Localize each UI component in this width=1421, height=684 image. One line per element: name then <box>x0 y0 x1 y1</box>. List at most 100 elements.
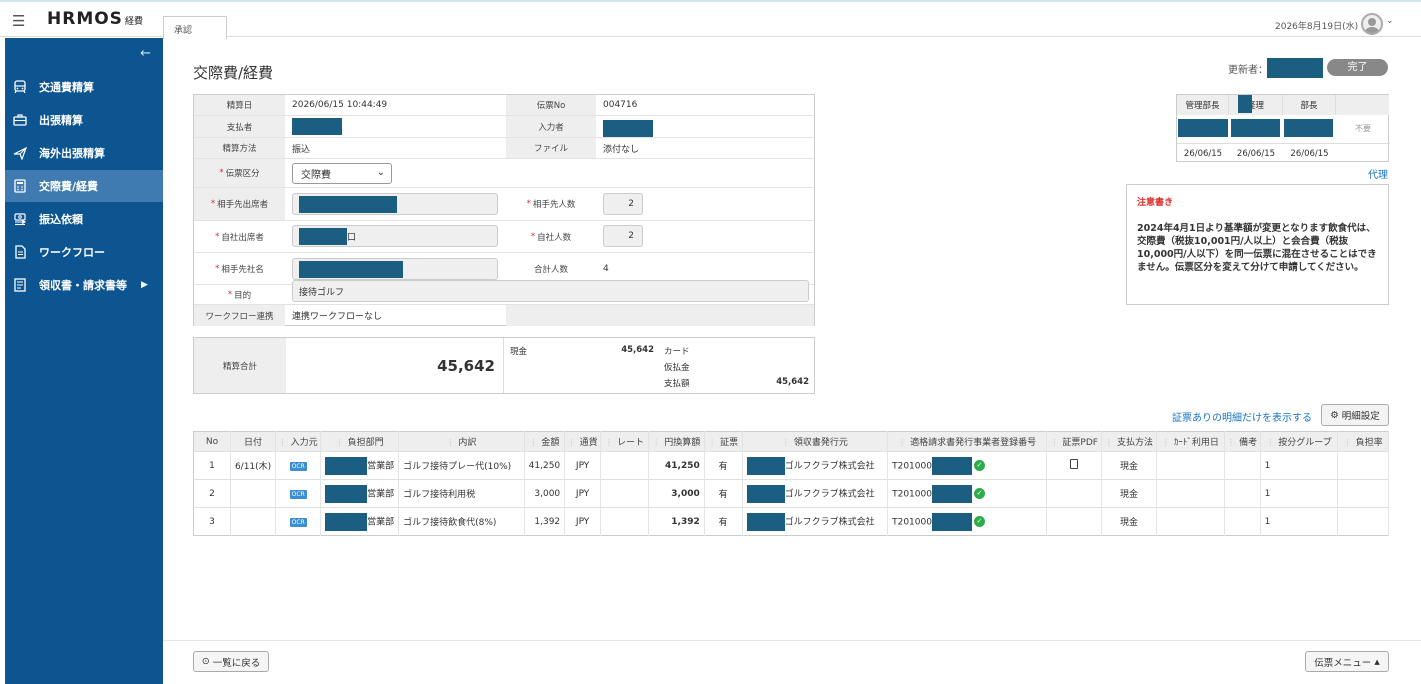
sidebar-item-label: 振込依頼 <box>39 213 83 226</box>
cell-pdf <box>1046 479 1103 508</box>
cell-note <box>1224 479 1261 508</box>
col-header[interactable]: ⋮ 入力元 <box>275 431 322 452</box>
approval-date: 26/06/15 <box>1290 149 1329 159</box>
cell-group: 1 <box>1260 507 1339 536</box>
col-header[interactable]: ⋮ 通貨 <box>564 431 602 452</box>
notice-box: 注意書き 2024年4月1日より基準額が変更となります飲食代は、交際費（税抜10… <box>1126 184 1389 305</box>
notice-body: 2024年4月1日より基準額が変更となります飲食代は、交際費（税抜10,001円… <box>1137 223 1377 273</box>
slip-no-label: 伝票No <box>506 95 596 115</box>
updater-label: 更新者： <box>1228 65 1268 76</box>
table-row[interactable]: 3 OCR 営業部 ゴルフ接待飲食代(8%) 1,392 JPY 1,392 有… <box>193 507 1389 536</box>
sidebar-item-business-trip[interactable]: 出張精算 <box>5 104 163 136</box>
ocr-badge: OCR <box>275 507 322 536</box>
chevron-down-icon[interactable]: ⌄ <box>1386 16 1394 26</box>
partner-count-field[interactable]: 2 <box>603 193 643 215</box>
cell-no: 2 <box>193 479 231 508</box>
partner-company-field[interactable] <box>292 258 498 280</box>
ocr-badge: OCR <box>275 451 322 480</box>
col-header[interactable]: ⋮ 備考 <box>1224 431 1261 452</box>
cell-date <box>230 507 277 536</box>
sidebar-item-label: 領収書・請求書等 <box>39 279 127 292</box>
cell-amount: 41,250 <box>524 451 566 480</box>
cell-dept: 営業部 <box>320 451 400 480</box>
cell-receipt: 有 <box>704 451 743 480</box>
cell-receipt: 有 <box>704 507 743 536</box>
cell-registration: T201000 ✓ <box>887 479 1048 508</box>
col-header[interactable]: ⋮ 内訳 <box>398 431 525 452</box>
redacted-inputter <box>603 120 653 137</box>
sidebar-item-label: 海外出張精算 <box>39 147 105 160</box>
redacted-payer <box>292 118 342 135</box>
form-row: * 伝票区分 交際費 ⌄ <box>194 159 814 188</box>
table-row[interactable]: 2 OCR 営業部 ゴルフ接待利用税 3,000 JPY 3,000 有 ゴルフ… <box>193 479 1389 508</box>
show-receipt-only-link[interactable]: 証票ありの明細だけを表示する <box>1172 409 1312 424</box>
slip-form: 精算日 2026/06/15 10:44:49 伝票No 004716 支払者 … <box>193 94 815 326</box>
app-logo[interactable]: HRMOS 経費 <box>47 9 143 29</box>
cell-no: 3 <box>193 507 231 536</box>
col-header[interactable]: ⋮ 支払方法 <box>1101 431 1157 452</box>
col-header[interactable]: 日付 <box>230 431 277 452</box>
method-value: 振込 <box>292 144 311 155</box>
card-label: カード <box>664 347 690 357</box>
slip-no-value: 004716 <box>603 100 638 110</box>
purpose-field[interactable]: 接待ゴルフ <box>292 280 809 302</box>
status-badge: 完了 <box>1327 59 1388 76</box>
detail-settings-button[interactable]: ⚙ 明細設定 <box>1321 404 1389 426</box>
col-header[interactable]: ⋮ 負担率 <box>1337 431 1389 452</box>
cell-item: ゴルフ接待飲食代(8%) <box>398 507 525 536</box>
sidebar-item-receipts[interactable]: 領収書・請求書等 ▶ <box>5 269 163 301</box>
cell-yen: 1,392 <box>648 507 705 536</box>
approval-date: 26/06/15 <box>1236 149 1276 159</box>
col-header[interactable]: No <box>193 431 231 452</box>
sidebar-item-transfer[interactable]: 振込依頼 <box>5 203 163 235</box>
details-table: No 日付 ⋮ 入力元 ⋮ 負担部門 ⋮ 内訳 ⋮ 金額 ⋮ 通貨 ⋮ レート ⋮ 円換算額 … <box>193 431 1389 536</box>
sidebar-item-workflow[interactable]: ワークフロー <box>5 236 163 268</box>
col-header[interactable]: ⋮ レート <box>600 431 649 452</box>
cell-currency: JPY <box>564 479 602 508</box>
slip-type-select[interactable]: 交際費 ⌄ <box>292 163 392 184</box>
col-header[interactable]: ⋮ 金額 <box>524 431 566 452</box>
cell-registration: T201000 ✓ <box>887 451 1048 480</box>
col-header[interactable]: ⋮ 適格請求書発行事業者登録番号 <box>887 431 1048 452</box>
workflow-label: ワークフロー連携 <box>194 305 285 326</box>
sidebar-item-transport[interactable]: 交通費精算 <box>5 71 163 103</box>
avatar[interactable] <box>1361 13 1383 35</box>
sidebar-item-label: 交際費/経費 <box>39 180 99 193</box>
table-row[interactable]: 1 6/11(木) OCR 営業部 ゴルフ接待プレー代(10%) 41,250 … <box>193 451 1389 480</box>
sidebar-item-entertainment[interactable]: 交際費/経費 <box>5 170 163 202</box>
approval-date: 26/06/15 <box>1183 149 1223 159</box>
check-icon: ✓ <box>973 488 985 499</box>
notice-title: 注意書き <box>1137 198 1174 208</box>
own-count-field[interactable]: 2 <box>603 225 643 247</box>
cell-yen: 3,000 <box>648 479 705 508</box>
tab-approve[interactable]: 承認 <box>163 16 227 39</box>
col-header[interactable]: ⋮ 証票PDF <box>1046 431 1103 452</box>
cell-rate <box>600 507 649 536</box>
own-attendee-field[interactable]: 口 <box>292 225 498 247</box>
pdf-icon[interactable] <box>1046 451 1103 480</box>
col-header[interactable]: ⋮ ｶｰﾄﾞ利用日 <box>1156 431 1225 452</box>
col-header[interactable]: ⋮ 負担部門 <box>320 431 400 452</box>
page-title: 交際費/経費 <box>193 64 274 82</box>
col-header[interactable]: ⋮ 証票 <box>704 431 743 452</box>
back-to-list-button[interactable]: ⊙ 一覧に戻る <box>193 651 269 672</box>
partner-attendee-field[interactable] <box>292 193 498 215</box>
footer-divider <box>163 640 1421 641</box>
cash-label: 現金 <box>510 347 528 357</box>
check-icon: ✓ <box>973 460 985 471</box>
col-header[interactable]: ⋮ 領収書発行元 <box>742 431 889 452</box>
collapse-arrow-icon[interactable]: ← <box>140 46 151 61</box>
cell-amount: 3,000 <box>524 479 566 508</box>
cell-group: 1 <box>1260 479 1339 508</box>
calculator-icon <box>12 178 28 194</box>
proxy-link[interactable]: 代理 <box>1368 166 1388 181</box>
sidebar-item-overseas-trip[interactable]: 海外出張精算 <box>5 137 163 169</box>
col-header[interactable]: ⋮ 按分グループ <box>1260 431 1339 452</box>
cell-ratio <box>1337 451 1389 480</box>
slip-menu-button[interactable]: 伝票メニュー ▲ <box>1305 651 1389 672</box>
menu-icon[interactable]: ☰ <box>12 12 25 30</box>
partner-count-label: * 相手先人数 <box>506 188 596 220</box>
col-header[interactable]: ⋮ 円換算額 <box>648 431 705 452</box>
settle-date-value: 2026/06/15 10:44:49 <box>292 100 388 110</box>
cell-date: 6/11(木) <box>230 451 277 480</box>
